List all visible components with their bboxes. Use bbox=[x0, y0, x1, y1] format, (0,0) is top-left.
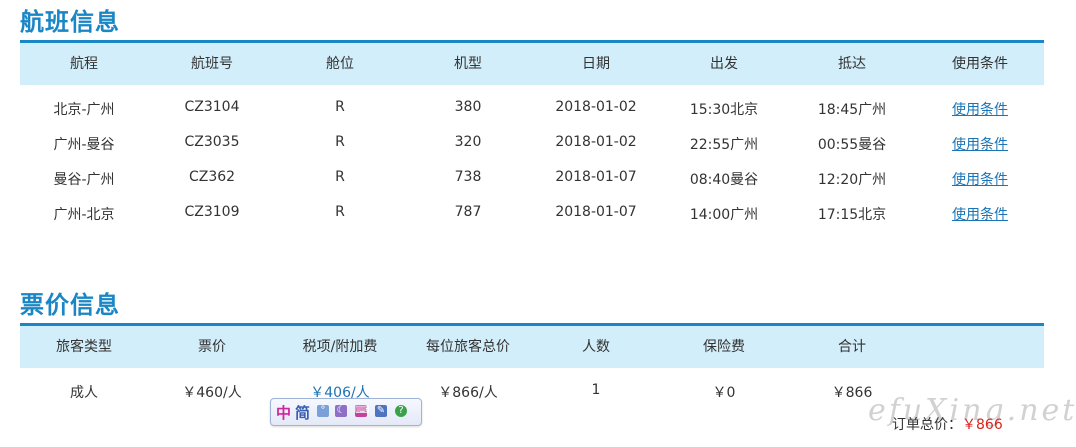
aircraft-cell: 738 bbox=[454, 169, 482, 185]
depart-cell: 15:30北京 bbox=[689, 102, 759, 118]
date-cell: 2018-01-02 bbox=[555, 99, 637, 115]
insurance-cell: ￥0 bbox=[712, 385, 736, 401]
route-cell: 北京-广州 bbox=[53, 102, 115, 118]
cabin-cell: R bbox=[335, 99, 345, 115]
order-total-label: 订单总价： bbox=[892, 417, 962, 433]
flight-no-cell: CZ3104 bbox=[184, 99, 240, 115]
wrench-icon[interactable]: ✎ bbox=[375, 405, 387, 417]
fare-table-header: 旅客类型 票价 税项/附加费 每位旅客总价 人数 保险费 合计 bbox=[20, 326, 1044, 368]
table-row: 广州-北京 CZ3109 R 787 2018-01-07 14:00广州 17… bbox=[20, 204, 1044, 224]
aircraft-cell: 380 bbox=[454, 99, 482, 115]
col-insurance: 保险费 bbox=[703, 339, 745, 355]
col-per-person-total: 每位旅客总价 bbox=[426, 339, 510, 355]
col-arrive: 抵达 bbox=[838, 56, 866, 72]
order-total-value: ￥866 bbox=[962, 417, 1003, 433]
arrive-cell: 12:20广州 bbox=[817, 172, 887, 188]
aircraft-cell: 787 bbox=[454, 204, 482, 220]
depart-cell: 22:55广州 bbox=[689, 137, 759, 153]
col-fare: 票价 bbox=[198, 339, 226, 355]
route-cell: 广州-曼谷 bbox=[53, 137, 115, 153]
arrive-cell: 18:45广州 bbox=[817, 102, 887, 118]
ime-charset-label[interactable]: 简 bbox=[295, 402, 310, 423]
cabin-cell: R bbox=[335, 169, 345, 185]
conditions-link[interactable]: 使用条件 bbox=[952, 102, 1008, 118]
col-passenger-type: 旅客类型 bbox=[56, 339, 112, 355]
arrive-cell: 17:15北京 bbox=[817, 207, 887, 223]
route-cell: 曼谷-广州 bbox=[53, 172, 115, 188]
depart-cell: 08:40曼谷 bbox=[689, 172, 759, 188]
flight-info-title: 航班信息 bbox=[20, 8, 120, 36]
cabin-cell: R bbox=[335, 134, 345, 150]
col-flight-no: 航班号 bbox=[191, 56, 233, 72]
conditions-link[interactable]: 使用条件 bbox=[952, 172, 1008, 188]
fare-cell: ￥460/人 bbox=[182, 385, 242, 401]
col-total: 合计 bbox=[838, 339, 866, 355]
col-route: 航程 bbox=[70, 56, 98, 72]
conditions-link[interactable]: 使用条件 bbox=[952, 207, 1008, 223]
help-icon[interactable]: ? bbox=[395, 405, 407, 417]
depart-cell: 14:00广州 bbox=[689, 207, 759, 223]
col-aircraft: 机型 bbox=[454, 56, 482, 72]
punctuation-icon[interactable]: ° bbox=[317, 405, 329, 417]
col-cabin: 舱位 bbox=[326, 56, 354, 72]
table-row: 曼谷-广州 CZ362 R 738 2018-01-07 08:40曼谷 12:… bbox=[20, 169, 1044, 189]
keyboard-icon[interactable]: ⌨ bbox=[355, 405, 369, 417]
order-total: 订单总价：￥866 bbox=[892, 414, 1003, 434]
ime-mode-label[interactable]: 中 bbox=[276, 402, 291, 423]
route-cell: 广州-北京 bbox=[53, 207, 115, 223]
moon-icon[interactable]: ☾ bbox=[335, 405, 347, 417]
aircraft-cell: 320 bbox=[454, 134, 482, 150]
arrive-cell: 00:55曼谷 bbox=[817, 137, 887, 153]
col-conditions: 使用条件 bbox=[952, 56, 1008, 72]
table-row: 广州-曼谷 CZ3035 R 320 2018-01-02 22:55广州 00… bbox=[20, 134, 1044, 154]
conditions-link[interactable]: 使用条件 bbox=[952, 137, 1008, 153]
date-cell: 2018-01-02 bbox=[555, 134, 637, 150]
col-depart: 出发 bbox=[710, 56, 738, 72]
passenger-type-cell: 成人 bbox=[70, 385, 98, 401]
passenger-count-cell: 1 bbox=[591, 382, 601, 398]
fare-info-title: 票价信息 bbox=[20, 291, 120, 319]
date-cell: 2018-01-07 bbox=[555, 169, 637, 185]
col-tax: 税项/附加费 bbox=[302, 339, 378, 355]
col-passenger-count: 人数 bbox=[582, 339, 610, 355]
date-cell: 2018-01-07 bbox=[555, 204, 637, 220]
ime-toolbar[interactable]: 中 简 ° ☾ ⌨ ✎ ? bbox=[270, 398, 422, 426]
col-date: 日期 bbox=[582, 56, 610, 72]
flight-no-cell: CZ3109 bbox=[184, 204, 240, 220]
flight-table-header: 航程 航班号 舱位 机型 日期 出发 抵达 使用条件 bbox=[20, 43, 1044, 85]
flight-no-cell: CZ362 bbox=[188, 169, 236, 185]
per-person-total-cell: ￥866/人 bbox=[438, 385, 498, 401]
cabin-cell: R bbox=[335, 204, 345, 220]
flight-no-cell: CZ3035 bbox=[184, 134, 240, 150]
table-row: 北京-广州 CZ3104 R 380 2018-01-02 15:30北京 18… bbox=[20, 99, 1044, 119]
